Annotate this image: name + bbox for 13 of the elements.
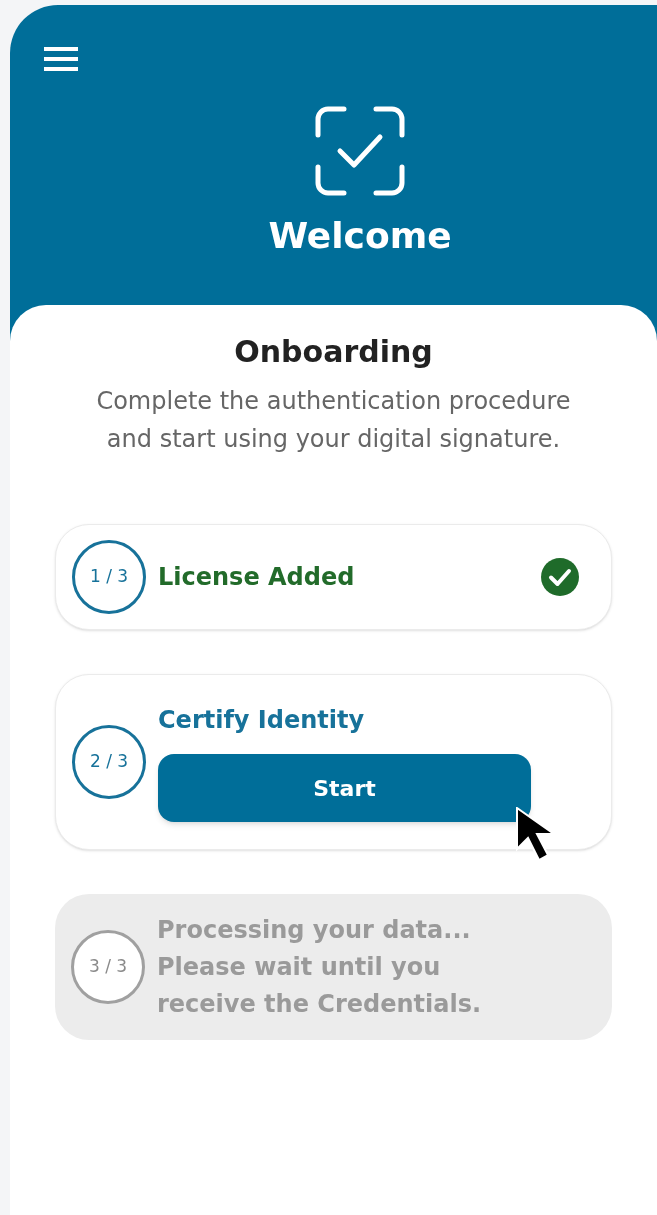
menu-icon[interactable] bbox=[44, 47, 78, 71]
step-counter: 1 / 3 bbox=[72, 540, 146, 614]
check-square-icon bbox=[314, 105, 406, 197]
check-circle-icon bbox=[541, 558, 579, 596]
step-title: Certify Identity bbox=[158, 705, 366, 736]
header-title: Welcome bbox=[268, 214, 452, 258]
onboarding-title: Onboarding bbox=[233, 333, 434, 371]
step-counter: 2 / 3 bbox=[72, 725, 146, 799]
step-title: License Added bbox=[158, 562, 356, 593]
step-counter: 3 / 3 bbox=[71, 930, 145, 1004]
step-title: Processing your data... Please wait until you receive the Credentials. bbox=[157, 914, 483, 1020]
start-button[interactable]: Start bbox=[158, 754, 531, 822]
onboarding-description: Complete the authentication procedure and start using your digital signature. bbox=[95, 386, 572, 455]
